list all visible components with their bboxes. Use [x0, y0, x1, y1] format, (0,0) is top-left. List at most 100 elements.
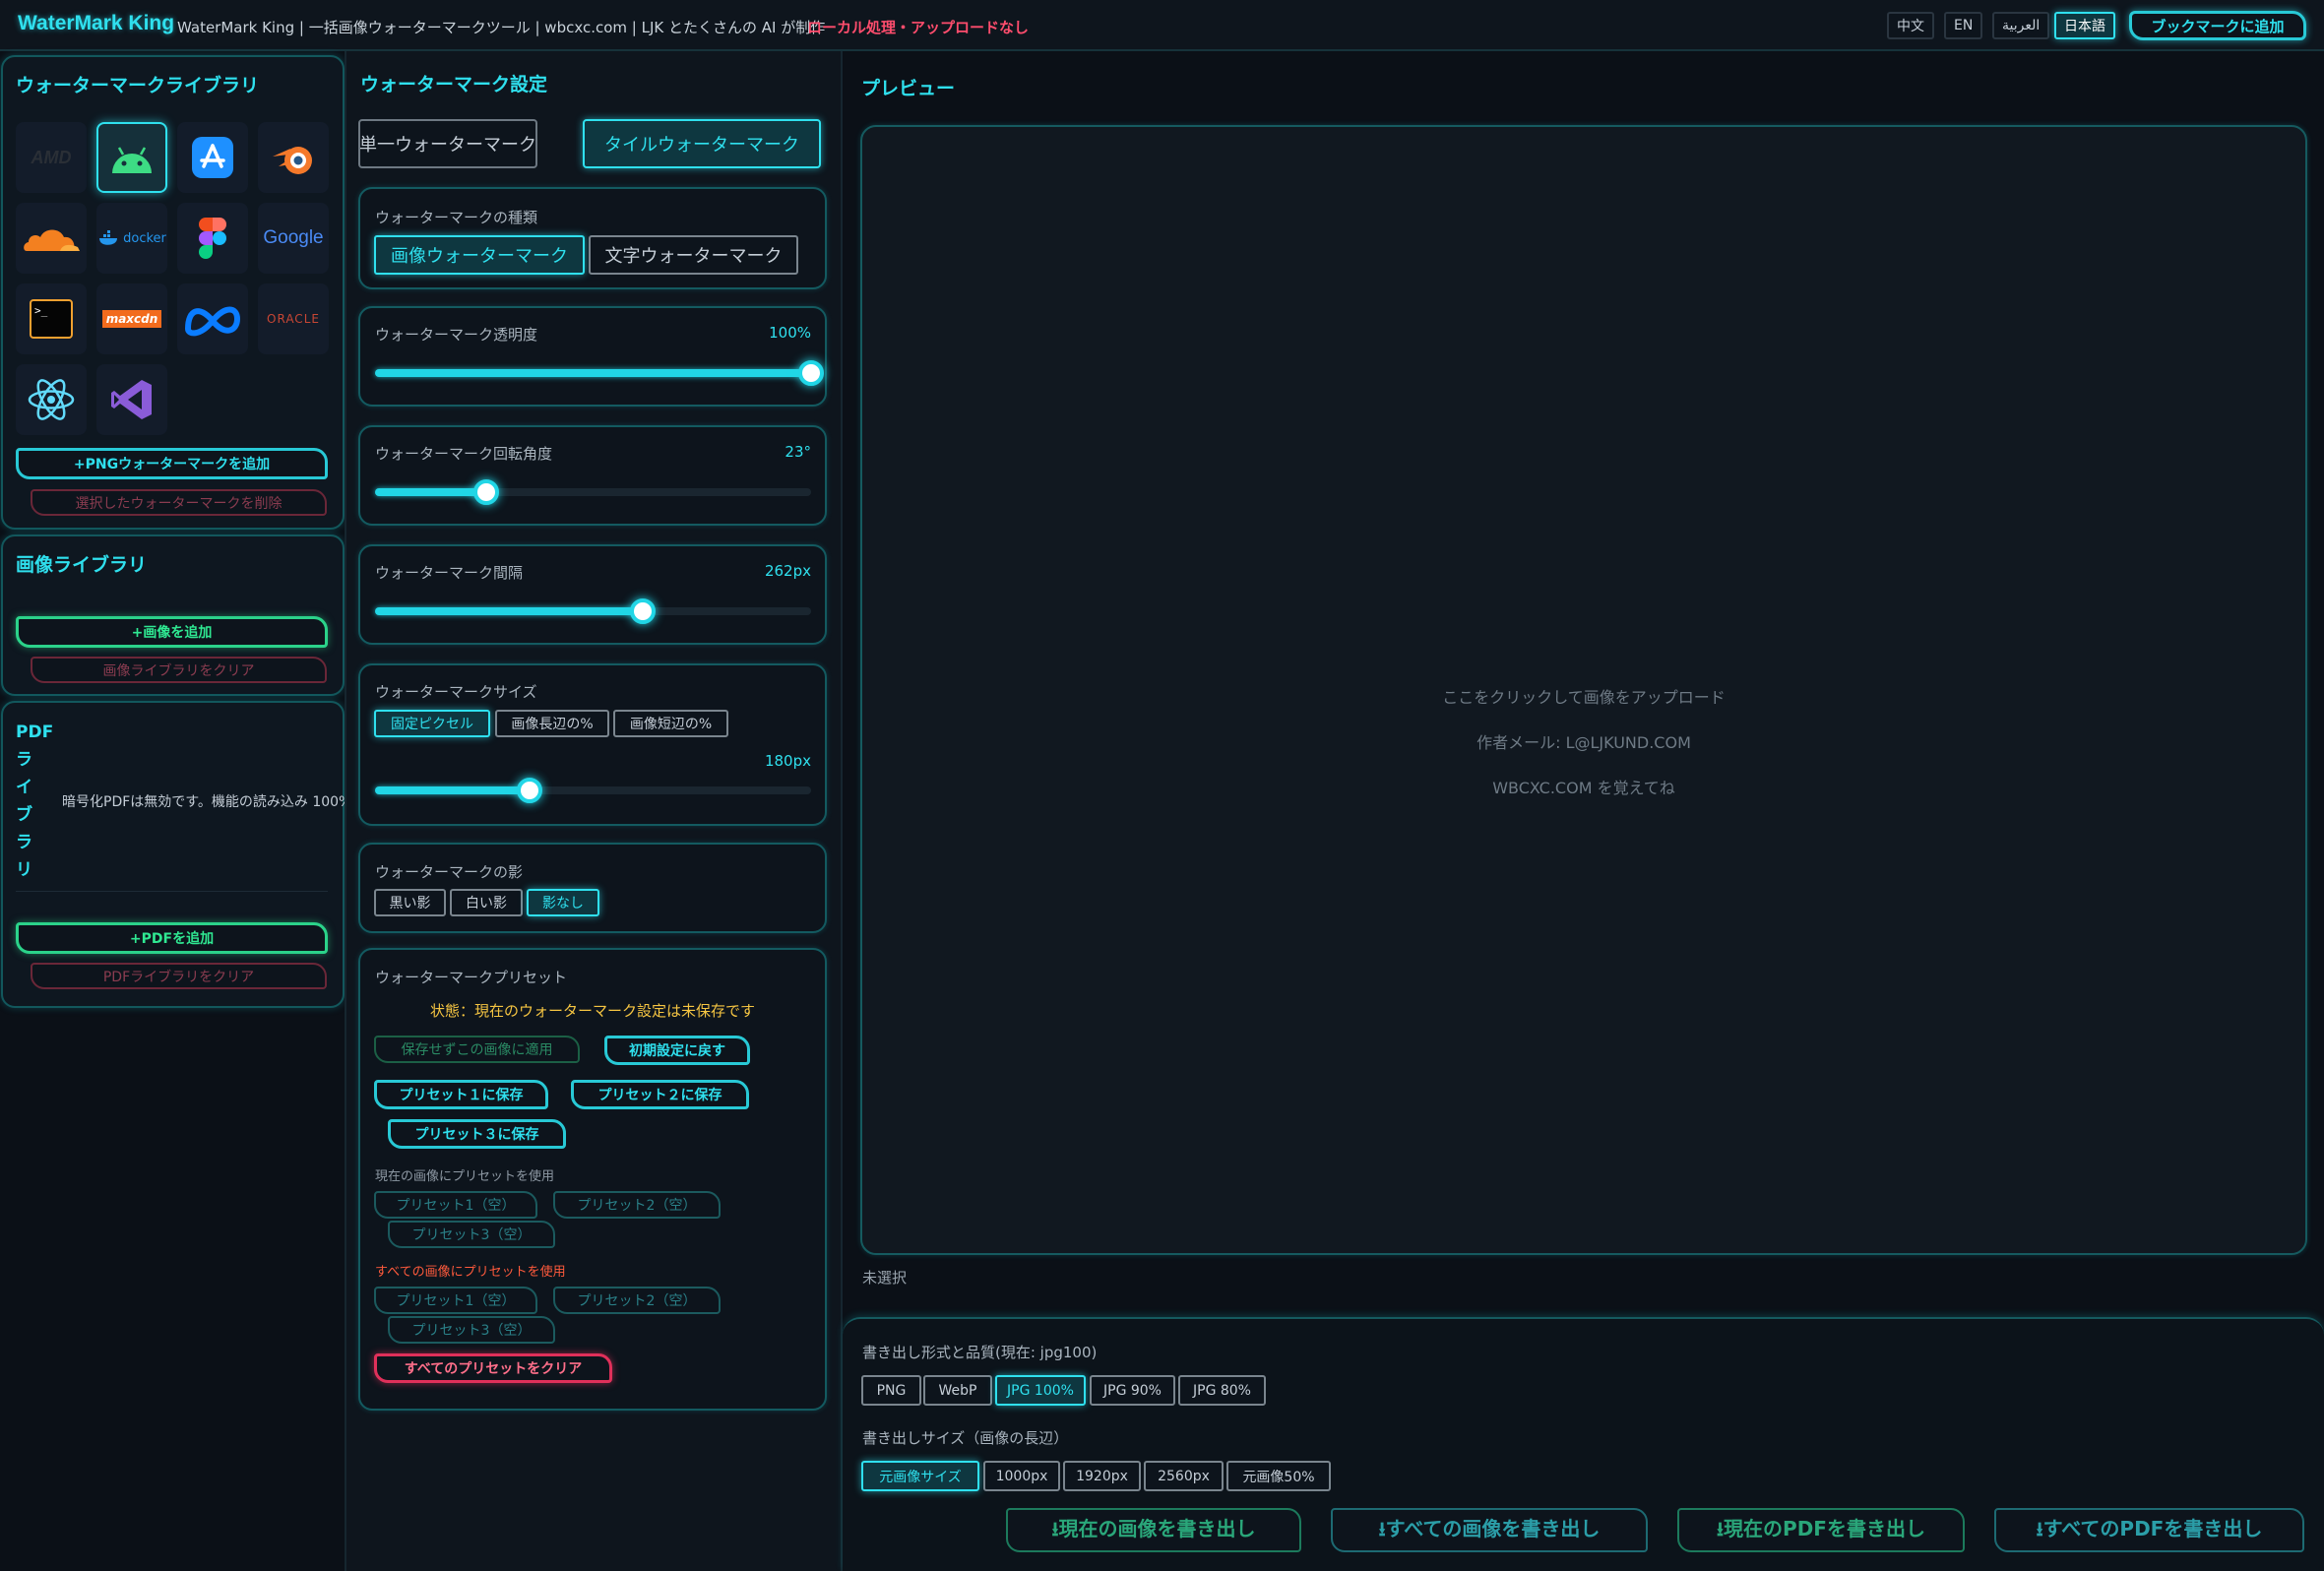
format-png[interactable]: PNG	[861, 1375, 921, 1406]
size-1000px[interactable]: 1000px	[983, 1461, 1060, 1491]
size-label: ウォーターマークサイズ	[375, 683, 537, 701]
shadow-none-option[interactable]: 影なし	[527, 889, 599, 916]
add-pdf-button[interactable]: +PDFを追加	[16, 922, 328, 954]
upload-hint[interactable]: ここをクリックして画像をアップロード	[860, 684, 2307, 708]
amd-logo-icon[interactable]: AMD	[16, 122, 87, 193]
spacing-value: 262px	[764, 562, 811, 580]
react-icon[interactable]	[16, 364, 87, 435]
all-preset-1-button[interactable]: プリセット1（空）	[374, 1287, 537, 1314]
format-webp[interactable]: WebP	[923, 1375, 992, 1406]
rotation-card	[358, 425, 827, 526]
shadow-card	[358, 843, 827, 933]
shadow-label: ウォーターマークの影	[375, 863, 524, 881]
meta-icon[interactable]	[177, 283, 248, 354]
size-slider-track[interactable]	[375, 786, 811, 794]
pdf-status-text: 暗号化PDFは無効です。機能の読み込み 100%	[62, 794, 352, 810]
export-format-label: 書き出し形式と品質(現在: jpg100)	[862, 1344, 1098, 1361]
add-png-watermark-button[interactable]: +PNGウォーターマークを追加	[16, 448, 328, 479]
watermark-type-label: ウォーターマークの種類	[375, 209, 538, 226]
spacing-slider-track[interactable]	[375, 607, 811, 615]
export-size-label: 書き出しサイズ（画像の長辺）	[862, 1429, 1069, 1447]
preset-status-text: 状態：現在のウォーターマーク設定は未保存です	[429, 1002, 755, 1020]
save-preset-2-button[interactable]: プリセット２に保存	[571, 1080, 749, 1109]
lang-en[interactable]: EN	[1944, 12, 1983, 39]
clear-image-library-button[interactable]: 画像ライブラリをクリア	[31, 657, 327, 683]
terminal-icon[interactable]: >_	[16, 283, 87, 354]
size-long-edge-option[interactable]: 画像長辺の%	[495, 710, 609, 737]
apply-without-saving-button[interactable]: 保存せずこの画像に適用	[374, 1036, 580, 1063]
image-library-title: 画像ライブラリ	[16, 554, 148, 576]
oracle-icon[interactable]: ORACLE	[258, 283, 329, 354]
settings-title: ウォーターマーク設定	[360, 74, 548, 95]
spacing-label: ウォーターマーク間隔	[375, 564, 524, 582]
docker-icon[interactable]: docker	[96, 203, 167, 274]
shadow-black-option[interactable]: 黒い影	[374, 889, 446, 916]
spacing-slider-fill	[375, 607, 644, 615]
current-image-preset-label: 現在の画像にプリセットを使用	[375, 1169, 555, 1184]
text-watermark-option[interactable]: 文字ウォーターマーク	[589, 235, 798, 275]
shadow-white-option[interactable]: 白い影	[450, 889, 523, 916]
delete-selected-watermark-button[interactable]: 選択したウォーターマークを削除	[31, 489, 327, 516]
bookmark-button[interactable]: ブックマークに追加	[2129, 11, 2306, 40]
app-store-icon[interactable]	[177, 122, 248, 193]
reset-defaults-button[interactable]: 初期設定に戻す	[604, 1036, 750, 1065]
remember-site: WBCXC.COM を覚えてね	[1492, 779, 1675, 797]
tile-watermark-tab[interactable]: タイルウォーターマーク	[583, 119, 821, 168]
opacity-slider-track[interactable]	[375, 369, 811, 377]
image-watermark-option[interactable]: 画像ウォーターマーク	[374, 235, 585, 275]
add-image-button[interactable]: +画像を追加	[16, 616, 328, 648]
all-preset-3-button[interactable]: プリセット3（空）	[388, 1316, 555, 1344]
current-preset-2-button[interactable]: プリセット2（空）	[553, 1191, 721, 1219]
pdf-divider	[16, 891, 328, 892]
rotation-slider-handle[interactable]	[472, 479, 499, 505]
visual-studio-icon[interactable]	[96, 364, 167, 435]
watermark-library-title: ウォーターマークライブラリ	[16, 75, 260, 96]
all-preset-2-button[interactable]: プリセット2（空）	[553, 1287, 721, 1314]
format-jpg-80[interactable]: JPG 80%	[1178, 1375, 1266, 1406]
size-value: 180px	[764, 752, 811, 770]
author-email: 作者メール: L@LJKUND.COM	[1476, 733, 1691, 752]
clear-all-presets-button[interactable]: すべてのプリセットをクリア	[374, 1353, 612, 1383]
rotation-value: 23°	[785, 443, 811, 461]
brand-logo[interactable]: WaterMark King	[18, 12, 174, 35]
maxcdn-icon[interactable]: maxcdn	[96, 283, 167, 354]
preview-title: プレビュー	[861, 78, 956, 99]
single-watermark-tab[interactable]: 単一ウォーターマーク	[358, 119, 537, 168]
export-all-pdf-button[interactable]: ⭳すべてのPDFを書き出し	[1994, 1508, 2304, 1552]
lang-ja[interactable]: 日本語	[2054, 12, 2115, 39]
selection-status: 未選択	[862, 1269, 908, 1287]
pdf-library-title: PDF ラ イ ブ ラ リ	[16, 723, 54, 880]
size-fixed-pixel-option[interactable]: 固定ピクセル	[374, 710, 490, 737]
export-current-image-button[interactable]: ⭳現在の画像を書き出し	[1006, 1508, 1301, 1552]
save-preset-1-button[interactable]: プリセット１に保存	[374, 1080, 548, 1109]
rotation-slider-fill	[375, 488, 486, 496]
figma-icon[interactable]	[177, 203, 248, 274]
android-icon[interactable]	[96, 122, 167, 193]
spacing-card	[358, 544, 827, 645]
size-slider-fill	[375, 786, 531, 794]
size-half[interactable]: 元画像50%	[1226, 1461, 1331, 1491]
current-preset-1-button[interactable]: プリセット1（空）	[374, 1191, 537, 1219]
save-preset-3-button[interactable]: プリセット３に保存	[388, 1119, 566, 1149]
export-current-pdf-button[interactable]: ⭳現在のPDFを書き出し	[1677, 1508, 1965, 1552]
google-icon[interactable]: Google	[258, 203, 329, 274]
clear-pdf-library-button[interactable]: PDFライブラリをクリア	[31, 963, 327, 989]
opacity-slider-handle[interactable]	[798, 360, 824, 386]
size-original[interactable]: 元画像サイズ	[861, 1461, 979, 1491]
cloudflare-icon[interactable]	[16, 203, 87, 274]
lang-ar[interactable]: العربية	[1992, 12, 2050, 39]
opacity-slider-fill	[375, 369, 811, 377]
opacity-card	[358, 306, 827, 407]
size-short-edge-option[interactable]: 画像短辺の%	[613, 710, 728, 737]
current-preset-3-button[interactable]: プリセット3（空）	[388, 1221, 555, 1248]
format-jpg-90[interactable]: JPG 90%	[1090, 1375, 1175, 1406]
lang-zh[interactable]: 中文	[1887, 12, 1934, 39]
header-subtitle: WaterMark King | 一括画像ウォーターマークツール | wbcxc…	[177, 19, 826, 36]
blender-icon[interactable]	[258, 122, 329, 193]
export-all-images-button[interactable]: ⭳すべての画像を書き出し	[1331, 1508, 1648, 1552]
format-jpg-100[interactable]: JPG 100%	[995, 1375, 1086, 1406]
rotation-label: ウォーターマーク回転角度	[375, 445, 553, 463]
size-1920px[interactable]: 1920px	[1063, 1461, 1141, 1491]
size-2560px[interactable]: 2560px	[1144, 1461, 1224, 1491]
rotation-slider-track[interactable]	[375, 488, 811, 496]
